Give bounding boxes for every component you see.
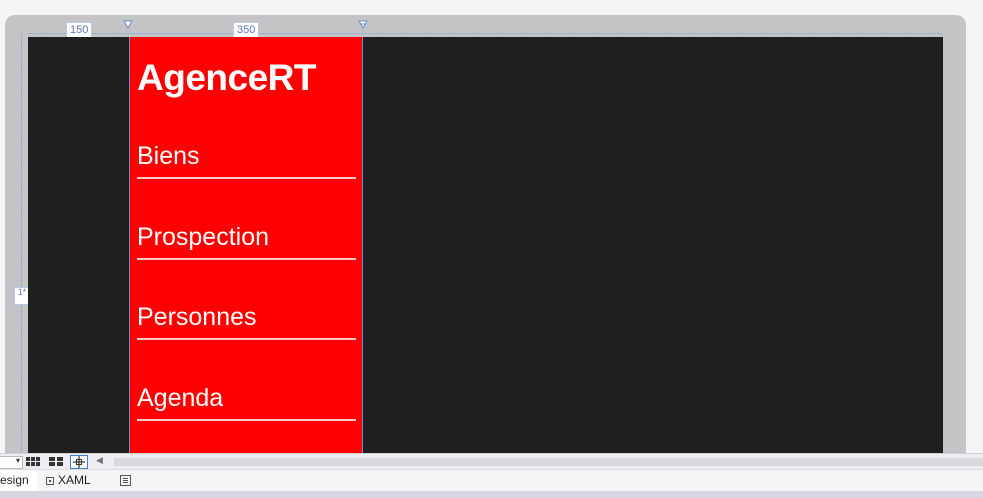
nav-item-personnes[interactable]: Personnes [137, 300, 356, 340]
snap-grid-icon [49, 457, 63, 466]
nav-item-biens[interactable]: Biens [137, 139, 356, 179]
column-width-label[interactable]: 350 [233, 22, 260, 38]
scroll-left-icon[interactable]: ◀ [96, 456, 103, 466]
view-tabbar: esign XAML [0, 469, 983, 492]
nav-item-agenda[interactable]: Agenda [137, 381, 356, 421]
tab-design[interactable]: esign [0, 470, 37, 491]
nav-item-underline [137, 177, 356, 179]
row-ruler [21, 34, 22, 452]
nav-item-label: Prospection [137, 223, 270, 251]
snap-grid-button[interactable] [47, 455, 65, 469]
column-width-label[interactable]: 150 [66, 22, 93, 38]
designer-toolbar: ▾ ◀ [0, 453, 983, 470]
grid-toggle-button[interactable] [24, 455, 42, 469]
column-marker-icon[interactable] [123, 20, 133, 30]
column-ruler [28, 30, 943, 37]
nav-item-label: Biens [137, 142, 200, 170]
nav-item-underline [137, 338, 356, 340]
nav-item-prospection[interactable]: Prospection [137, 220, 356, 260]
tab-xaml-label: XAML [58, 473, 91, 487]
crosshair-icon [73, 456, 85, 468]
nav-item-underline [137, 419, 356, 421]
app-title: AgenceRT [137, 57, 316, 98]
nav-item-label: Agenda [137, 384, 224, 412]
horizontal-scrollbar[interactable] [114, 458, 983, 466]
pane-toggle-icon[interactable] [120, 475, 131, 486]
zoom-dropdown[interactable]: ▾ [0, 456, 23, 469]
tab-xaml[interactable]: XAML [46, 470, 91, 491]
app-canvas: AgenceRT Biens Prospection Personnes Age… [28, 37, 943, 453]
grid-icon [26, 457, 40, 466]
chevron-down-icon: ▾ [15, 456, 20, 465]
navigation-panel: AgenceRT Biens Prospection Personnes Age… [129, 37, 363, 453]
bottom-strip [0, 491, 983, 498]
xaml-icon [46, 476, 54, 485]
nav-item-underline [137, 258, 356, 260]
nav-item-label: Personnes [137, 303, 257, 331]
snap-lines-button[interactable] [70, 455, 88, 469]
column-marker-icon[interactable] [358, 20, 368, 30]
